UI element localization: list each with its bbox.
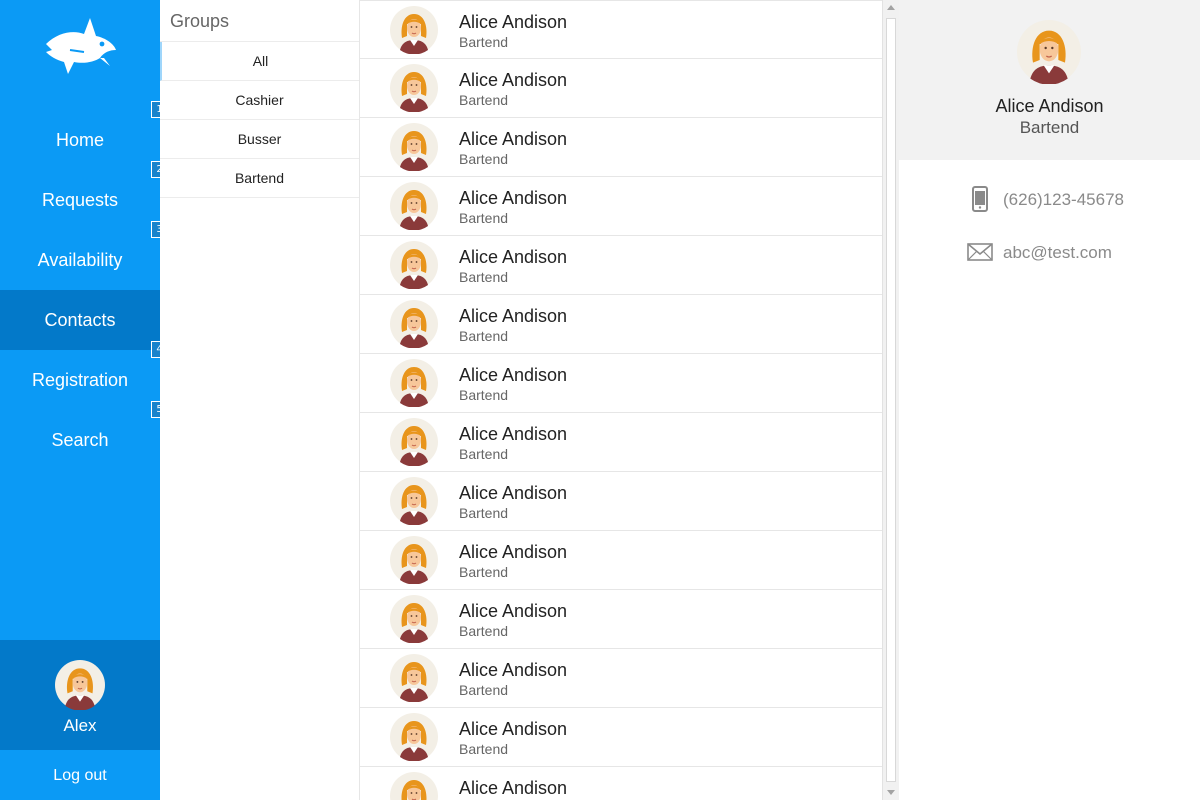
nav-registration-label: Registration: [31, 370, 129, 390]
contact-name: Alice Andison: [459, 247, 568, 267]
contact-row[interactable]: Alice Andison Bartend: [360, 354, 882, 413]
contact-avatar-icon: [390, 713, 438, 762]
contact-avatar-icon: [390, 477, 438, 526]
contact-row[interactable]: Alice Andison Bartend: [360, 708, 882, 767]
contact-row[interactable]: Alice Andison Bartend: [360, 531, 882, 590]
shark-logo-icon[interactable]: [40, 14, 120, 86]
logout-button[interactable]: Log out: [0, 750, 160, 800]
contact-role: Bartend: [459, 210, 509, 226]
sidebar: Home 1 Requests 2 Availability 3 Contact…: [0, 0, 168, 800]
nav-search[interactable]: Search: [0, 410, 160, 470]
nav-availability[interactable]: Availability: [0, 230, 160, 290]
nav-registration[interactable]: Registration: [0, 350, 160, 410]
contact-role: Bartend: [459, 682, 509, 698]
nav-requests[interactable]: Requests: [0, 170, 160, 230]
contact-role: Bartend: [459, 741, 509, 757]
contact-row[interactable]: Alice AndisonBartend: [360, 767, 882, 800]
contact-detail-role: Bartend: [1019, 118, 1080, 137]
contact-name: Alice Andison: [459, 70, 568, 90]
contact-detail-name: Alice Andison: [995, 96, 1104, 116]
contact-avatar-icon: [390, 654, 438, 703]
contact-row[interactable]: Alice Andison Bartend: [360, 472, 882, 531]
contact-row[interactable]: Alice Andison Bartend: [360, 590, 882, 649]
contact-detail-header: Alice Andison Bartend: [899, 0, 1200, 160]
groups-panel: Groups All Cashier Busser Bartend: [160, 0, 360, 800]
contact-avatar-icon: [390, 536, 438, 585]
contact-role: Bartend: [459, 328, 509, 344]
user-avatar-icon: [55, 660, 105, 710]
contact-name: Alice Andison: [459, 660, 568, 680]
contact-name: Alice Andison: [459, 188, 568, 208]
nav-contacts[interactable]: Contacts: [0, 290, 160, 350]
contact-row[interactable]: Alice Andison Bartend: [360, 295, 882, 354]
contact-row[interactable]: Alice Andison Bartend: [360, 236, 882, 295]
contact-list[interactable]: Alice Andison Bartend Alice Andison Bartend…: [360, 0, 882, 800]
nav-availability-label: Availability: [37, 250, 123, 270]
app-window: Home 1 Requests 2 Availability 3 Contact…: [0, 0, 1200, 800]
contact-role: Bartend: [459, 505, 509, 521]
contact-name: Alice Andison: [459, 129, 568, 149]
contact-row[interactable]: Alice Andison Bartend: [360, 118, 882, 177]
contact-row[interactable]: Alice Andison Bartend: [360, 649, 882, 708]
group-item-all[interactable]: All: [160, 42, 359, 81]
contact-avatar-icon: [390, 6, 438, 55]
contact-avatar-icon: [390, 123, 438, 172]
group-item-bartend[interactable]: Bartend: [160, 159, 359, 198]
groups-title: Groups: [160, 0, 359, 42]
email-address[interactable]: abc@test.com: [1003, 243, 1112, 263]
contact-name: Alice Andison: [459, 719, 568, 739]
user-profile[interactable]: Alex: [0, 640, 160, 750]
contact-role: Bartend: [459, 269, 509, 285]
scroll-up-icon[interactable]: [887, 5, 895, 10]
contact-row[interactable]: Alice Andison Bartend: [360, 413, 882, 472]
contact-row[interactable]: Alice Andison Bartend: [360, 0, 882, 59]
contact-name: Alice Andison: [459, 365, 568, 385]
contact-row[interactable]: Alice Andison Bartend: [360, 59, 882, 118]
contact-role: Bartend: [459, 34, 509, 50]
phone-icon: [972, 186, 988, 212]
nav-search-label: Search: [51, 430, 109, 450]
contact-name: Alice Andison: [459, 601, 568, 621]
contact-name: Alice Andison: [459, 542, 568, 562]
contact-name: Alice Andison: [459, 306, 568, 326]
contact-list-scrollbar[interactable]: [882, 0, 899, 800]
contact-name: Alice Andison: [459, 483, 568, 503]
contact-row[interactable]: Alice Andison Bartend: [360, 177, 882, 236]
scroll-thumb[interactable]: [886, 18, 896, 782]
group-item-cashier[interactable]: Cashier: [160, 81, 359, 120]
contact-avatar-icon: [390, 182, 438, 231]
contact-name: Alice Andison: [459, 778, 568, 798]
phone-number[interactable]: (626)123-45678: [1003, 190, 1124, 210]
group-item-busser[interactable]: Busser: [160, 120, 359, 159]
contact-role: Bartend: [459, 92, 509, 108]
contact-name: Alice Andison: [459, 12, 568, 32]
contact-avatar-icon: [390, 595, 438, 644]
contact-detail-panel: Alice Andison Bartend (626)123-45678 abc…: [899, 0, 1200, 800]
contact-avatar-icon: [390, 418, 438, 467]
contact-role: Bartend: [459, 387, 509, 403]
contact-avatar-icon: [1017, 20, 1081, 84]
scroll-down-icon[interactable]: [887, 790, 895, 795]
nav-home[interactable]: Home: [0, 110, 160, 170]
contact-role: Bartend: [459, 151, 509, 167]
envelope-icon: [967, 243, 993, 261]
contact-avatar-icon: [390, 300, 438, 349]
nav-home-label: Home: [55, 130, 104, 150]
user-name: Alex: [63, 716, 97, 735]
contact-avatar-icon: [390, 64, 438, 113]
contact-role: Bartend: [459, 623, 509, 639]
nav-requests-label: Requests: [41, 190, 119, 210]
contact-name: Alice Andison: [459, 424, 568, 444]
contact-role: Bartend: [459, 446, 509, 462]
contact-avatar-icon: [390, 241, 438, 290]
contact-avatar-icon: [390, 359, 438, 408]
contact-role: Bartend: [459, 564, 509, 580]
contact-avatar-icon: [390, 772, 438, 800]
nav-contacts-label: Contacts: [44, 310, 116, 330]
